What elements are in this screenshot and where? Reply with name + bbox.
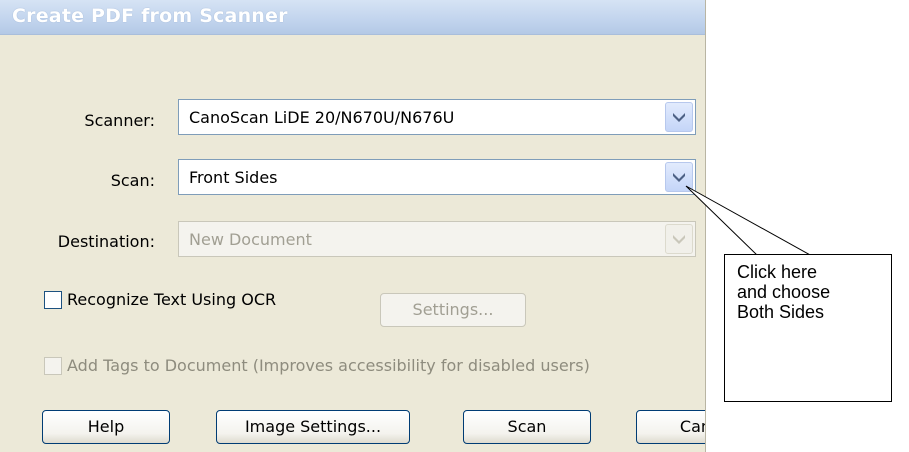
callout-line-1: Click here [737, 262, 818, 282]
callout-text: Click here and choose Both Sides [737, 262, 830, 322]
callout-line-2: and choose [737, 282, 831, 302]
callout-line-3: Both Sides [737, 302, 825, 322]
callout-annotation: Click here and choose Both Sides [724, 254, 892, 402]
